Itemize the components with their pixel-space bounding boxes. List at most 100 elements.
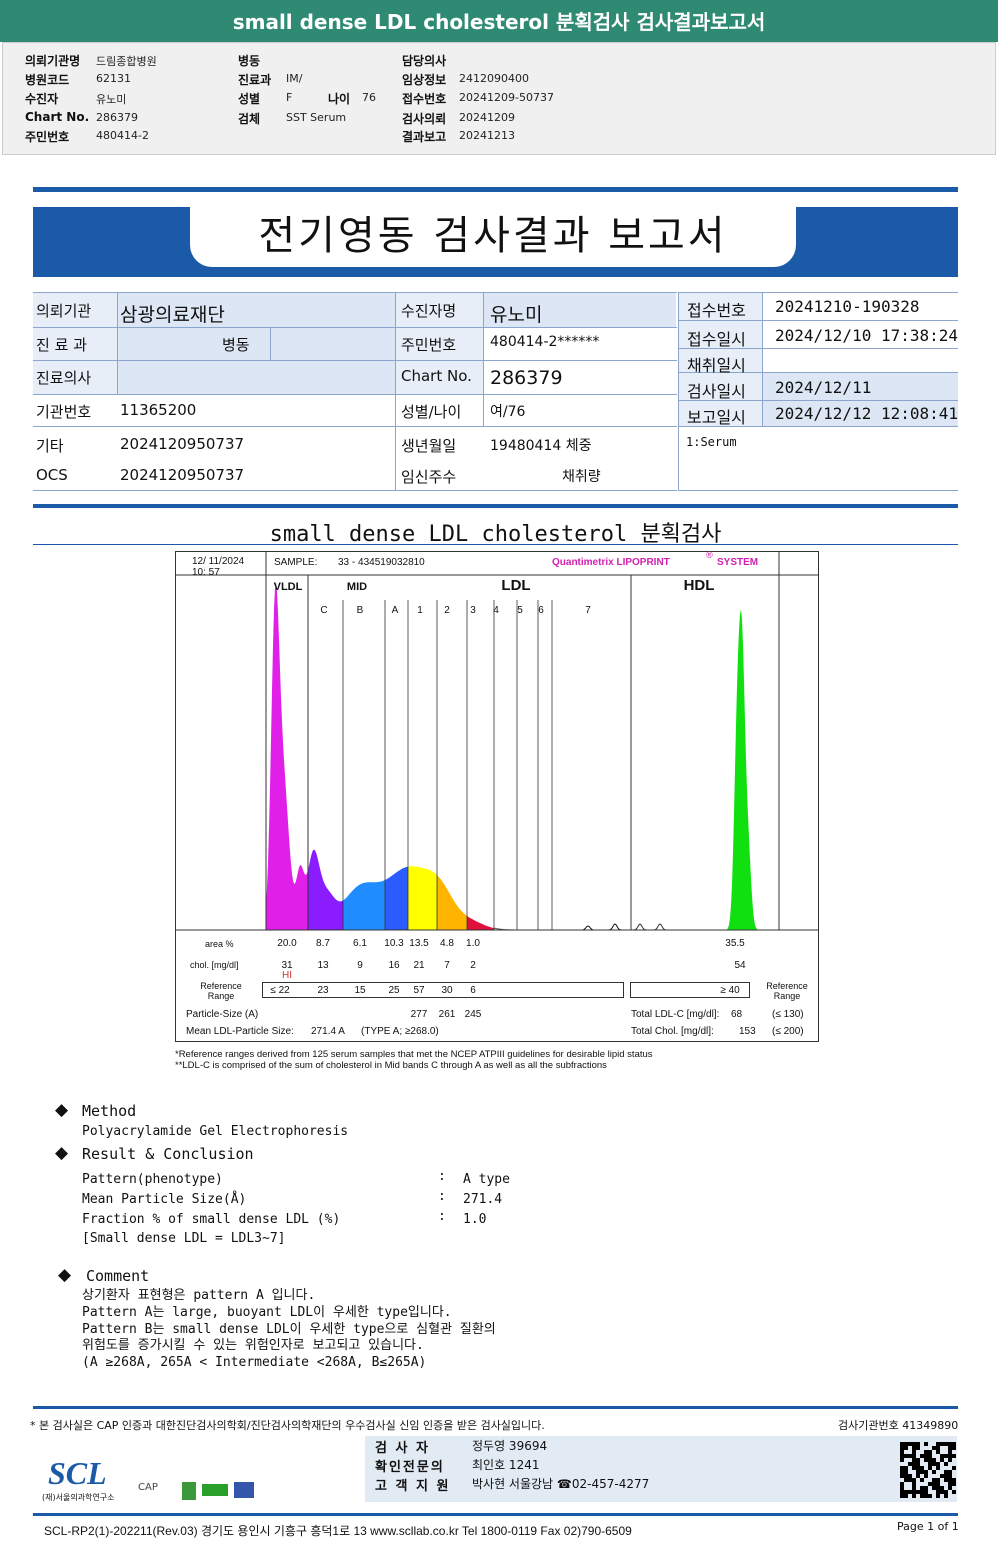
band-label: 1 xyxy=(417,605,423,616)
band-area-seg333 xyxy=(630,923,700,931)
total-ldl: 68 xyxy=(731,1009,743,1020)
result-label: Pattern(phenotype) xyxy=(82,1172,223,1187)
field-label: 진료의사 xyxy=(36,369,92,387)
info-value: 286379 xyxy=(96,111,138,124)
band-area-A xyxy=(385,866,408,930)
page-number: Page 1 of 1 xyxy=(897,1520,959,1533)
footer-address: SCL-RP2(1)-202211(Rev.03) 경기도 용인시 기흥구 흥덕… xyxy=(44,1524,632,1538)
field-value: 286379 xyxy=(490,367,563,389)
field-label: 채취일시 xyxy=(687,356,746,375)
field-value: 2024/12/11 xyxy=(775,378,872,397)
row-divider xyxy=(33,360,677,361)
certification-text: * 본 검사실은 CAP 인증과 대한진단검사의학회/진단검사의학재단의 우수검… xyxy=(30,1419,545,1432)
row-divider xyxy=(678,292,958,293)
field-label: 진 료 과 xyxy=(36,335,87,354)
staff-value: 최인호 1241 xyxy=(472,1458,540,1472)
band-label: B xyxy=(356,605,364,616)
row-label: Reference Range xyxy=(200,981,242,1001)
scl-logo: SCL xyxy=(48,1455,107,1491)
group-label: HDL xyxy=(683,577,715,594)
field-label: 생년월일 xyxy=(401,436,457,455)
method-title: Method xyxy=(82,1102,137,1120)
comment-line: Pattern A는 large, buoyant LDL이 우세한 type입… xyxy=(82,1304,452,1320)
divider xyxy=(33,1513,958,1516)
row-label: area % xyxy=(205,939,234,949)
area-value: 1.0 xyxy=(466,938,480,949)
brand-suffix: SYSTEM xyxy=(717,557,759,568)
info-value: 20241213 xyxy=(459,129,515,142)
accreditation-logo xyxy=(202,1484,228,1496)
result-note: [Small dense LDL = LDL3~7] xyxy=(82,1231,286,1246)
result-value: A type xyxy=(463,1172,510,1187)
row-label: Reference Range xyxy=(766,981,808,1001)
staff-label: 검 사 자 xyxy=(375,1441,430,1456)
band-area-3 xyxy=(467,915,494,930)
divider xyxy=(33,1406,958,1409)
info-label: 주민번호 xyxy=(25,130,70,144)
row-divider xyxy=(33,292,677,293)
info-value: 유노미 xyxy=(96,93,127,106)
separator: : xyxy=(438,1189,446,1204)
ref-value: 57 xyxy=(413,985,425,996)
staff-value: 정두영 39694 xyxy=(472,1439,548,1453)
field-label: 접수번호 xyxy=(687,301,746,320)
band-area-C xyxy=(308,849,343,930)
row-label: Particle-Size (A) xyxy=(186,1009,259,1020)
comment-line: (A ≥268A, 265A < Intermediate <268A, B≤2… xyxy=(82,1355,427,1371)
field-value: 2024120950737 xyxy=(120,465,245,484)
divider xyxy=(33,504,958,508)
band-area-1 xyxy=(408,866,437,930)
diamond-icon: ◆ xyxy=(58,1265,72,1285)
area-value: 8.7 xyxy=(316,938,330,949)
info-label: 병동 xyxy=(238,54,261,68)
info-value: SST Serum xyxy=(286,111,347,124)
field-label: 보고일시 xyxy=(687,408,746,427)
mean-type: (TYPE A; ≥268.0) xyxy=(361,1026,439,1037)
diamond-icon: ◆ xyxy=(55,1143,69,1163)
sample-time: 10: 57 xyxy=(192,567,220,578)
field-value: 480414-2****** xyxy=(490,333,600,350)
chol-value: 13 xyxy=(317,960,329,971)
info-value: 76 xyxy=(362,91,376,104)
col-divider xyxy=(395,292,396,490)
field-label: OCS xyxy=(36,465,68,484)
field-label: 임신주수 xyxy=(401,467,457,486)
band-area-HDL xyxy=(700,609,779,930)
field-label: 성별/나이 xyxy=(401,403,462,421)
diamond-icon: ◆ xyxy=(55,1100,69,1120)
chol-value: 21 xyxy=(413,960,425,971)
method-text: Polyacrylamide Gel Electrophoresis xyxy=(82,1124,349,1139)
row-label: Mean LDL-Particle Size: xyxy=(186,1026,294,1037)
staff-label: 확인전문의 xyxy=(375,1460,445,1475)
field-value: 삼광의료재단 xyxy=(120,303,225,326)
qr-code-icon xyxy=(900,1442,956,1498)
chol-value: 2 xyxy=(470,960,476,971)
report-header-title: small dense LDL cholesterol 분획검사 검사결과보고서 xyxy=(0,0,998,42)
chol-value: 9 xyxy=(357,960,363,971)
field-label: 기관번호 xyxy=(36,403,92,421)
result-title: Result & Conclusion xyxy=(82,1145,254,1163)
band-area-B xyxy=(343,880,385,930)
total-chol-label: Total Chol. [mg/dl]: xyxy=(631,1026,714,1037)
ref-value: 6 xyxy=(470,985,476,996)
info-label: 성별 xyxy=(238,92,261,106)
area-value: 13.5 xyxy=(409,938,429,949)
particle-size: 245 xyxy=(464,1009,482,1020)
area-value: 20.0 xyxy=(277,938,297,949)
band-area-seg111 xyxy=(540,923,630,931)
group-label: MID xyxy=(346,581,368,593)
total-chol-ref: (≤ 200) xyxy=(772,1026,804,1037)
band-label: 7 xyxy=(585,605,591,616)
divider xyxy=(33,187,958,192)
info-label: 접수번호 xyxy=(402,92,447,106)
band-label: C xyxy=(320,605,328,616)
field-value: 채취량 xyxy=(562,468,601,485)
info-label: 임상정보 xyxy=(402,73,447,87)
field-label: 주민번호 xyxy=(401,335,457,354)
info-value: 20241209-50737 xyxy=(459,91,554,104)
info-label: 수진자 xyxy=(25,92,59,106)
staff-value: 박사현 서울강남 ☎02-457-4277 xyxy=(472,1477,650,1491)
comment-line: 상기환자 표현형은 pattern A 입니다. xyxy=(82,1288,316,1303)
col-divider xyxy=(483,292,484,426)
field-label: 검사일시 xyxy=(687,382,746,401)
